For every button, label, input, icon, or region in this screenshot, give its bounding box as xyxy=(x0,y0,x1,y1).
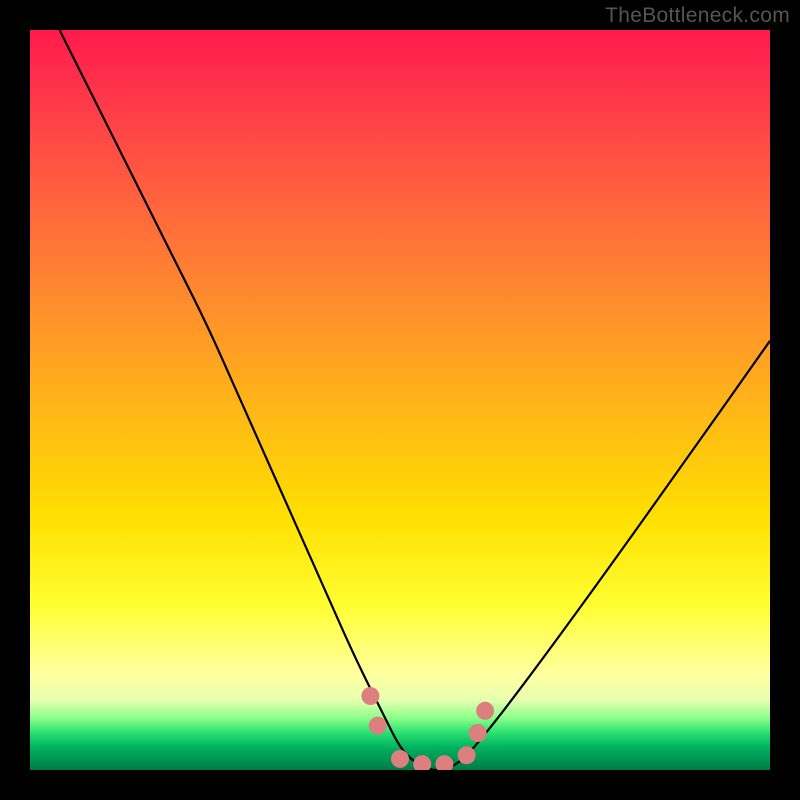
curve-marker xyxy=(435,755,453,770)
curve-marker xyxy=(458,746,476,764)
watermark-label: TheBottleneck.com xyxy=(605,4,790,28)
plot-area xyxy=(30,30,770,770)
curve-path xyxy=(60,30,770,770)
curve-line xyxy=(60,30,770,770)
bottleneck-curve xyxy=(30,30,770,770)
curve-markers xyxy=(361,687,494,770)
curve-marker xyxy=(413,755,431,770)
curve-marker xyxy=(361,687,379,705)
chart-frame: TheBottleneck.com xyxy=(0,0,800,800)
curve-marker xyxy=(369,717,387,735)
curve-marker xyxy=(476,702,494,720)
curve-marker xyxy=(391,750,409,768)
curve-marker xyxy=(469,724,487,742)
